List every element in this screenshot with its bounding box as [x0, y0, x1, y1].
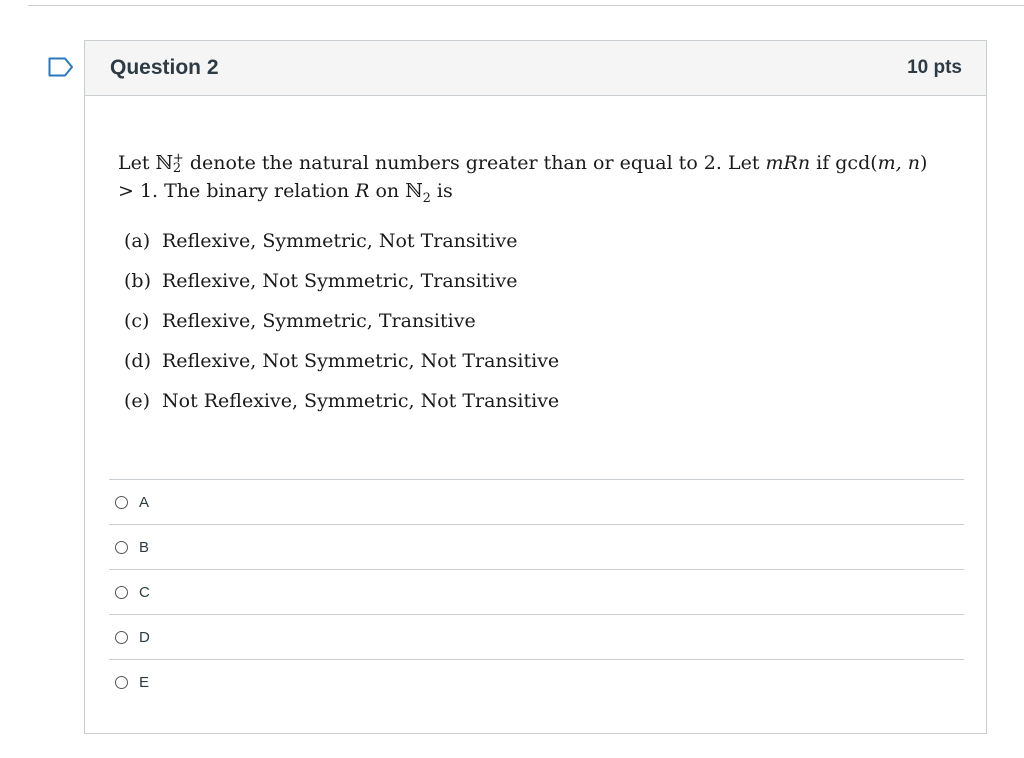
answer-e[interactable]: E	[109, 659, 964, 704]
option-a: (a) Reflexive, Symmetric, Not Transitive	[118, 221, 948, 261]
option-text: Reflexive, Symmetric, Transitive	[162, 309, 476, 332]
option-label: (c)	[124, 309, 150, 332]
radio-button-icon[interactable]	[115, 585, 128, 599]
answer-label: E	[139, 673, 150, 691]
answer-label: A	[139, 493, 150, 511]
question-points: 10 pts	[907, 57, 962, 78]
option-e: (e) Not Reflexive, Symmetric, Not Transi…	[118, 381, 948, 421]
option-label: (b)	[124, 269, 151, 292]
option-text: Reflexive, Not Symmetric, Not Transitive	[162, 349, 560, 372]
answer-label: C	[139, 583, 150, 601]
flag-question-icon[interactable]	[48, 57, 74, 77]
answer-b[interactable]: B	[109, 524, 964, 569]
question-header: Question 2 10 pts	[85, 41, 986, 96]
option-text: Reflexive, Not Symmetric, Transitive	[162, 269, 518, 292]
question-stem: Let ℕ +2 denote the natural numbers great…	[118, 151, 928, 206]
option-c: (c) Reflexive, Symmetric, Transitive	[118, 301, 948, 341]
question-text: Let ℕ +2 denote the natural numbers great…	[118, 149, 948, 421]
radio-button-icon[interactable]	[115, 495, 128, 509]
option-label: (e)	[124, 389, 151, 412]
answer-a[interactable]: A	[109, 479, 964, 524]
answer-list: A B C D E	[109, 479, 964, 704]
option-b: (b) Reflexive, Not Symmetric, Transitive	[118, 261, 948, 301]
option-label: (d)	[124, 349, 151, 372]
question-title: Question 2	[110, 56, 219, 79]
radio-button-icon[interactable]	[115, 540, 128, 554]
answer-d[interactable]: D	[109, 614, 964, 659]
radio-button-icon[interactable]	[115, 675, 128, 689]
option-text: Not Reflexive, Symmetric, Not Transitive	[162, 389, 560, 412]
question-card: Question 2 10 pts Let ℕ +2 denote the nat…	[84, 40, 987, 734]
option-d: (d) Reflexive, Not Symmetric, Not Transi…	[118, 341, 948, 381]
radio-button-icon[interactable]	[115, 630, 128, 644]
top-divider	[28, 5, 1024, 6]
option-text: Reflexive, Symmetric, Not Transitive	[162, 229, 518, 252]
option-label: (a)	[124, 229, 151, 252]
answer-c[interactable]: C	[109, 569, 964, 614]
answer-label: D	[139, 628, 150, 646]
answer-label: B	[139, 538, 150, 556]
